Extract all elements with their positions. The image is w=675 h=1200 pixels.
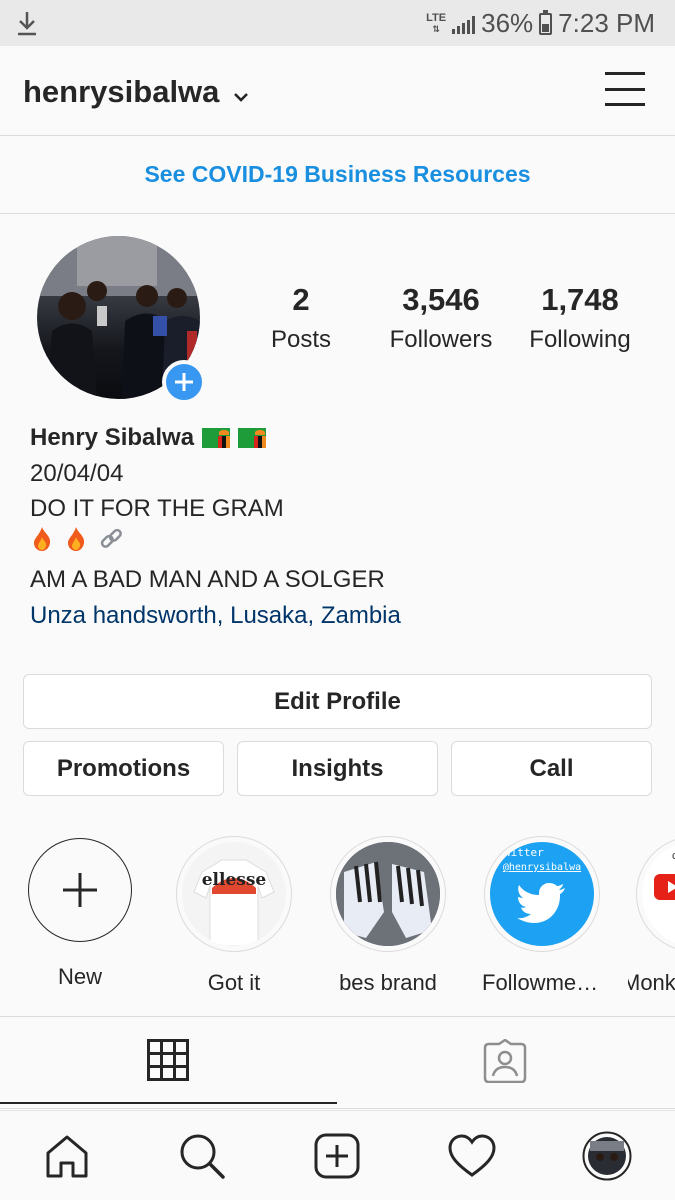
- highlight-bes-brand[interactable]: bes brand: [328, 836, 448, 996]
- location-link[interactable]: Unza handsworth, Lusaka, Zambia: [30, 598, 401, 634]
- plus-icon: [63, 873, 97, 907]
- bio-line: DO IT FOR THE GRAM: [30, 495, 284, 522]
- highlight-got-it[interactable]: ellesse Got it: [174, 836, 294, 996]
- youtube-icon: [654, 874, 675, 900]
- battery-percent: 36%: [481, 8, 534, 38]
- highlight-label: New: [57, 964, 102, 989]
- link-icon: [98, 526, 124, 563]
- chevron-down-icon: [233, 74, 249, 110]
- download-icon: [16, 10, 38, 41]
- account-switcher[interactable]: henrysibalwa: [23, 74, 249, 110]
- fire-icon: [30, 526, 54, 563]
- covid-resources-link[interactable]: See COVID-19 Business Resources: [0, 136, 675, 214]
- highlight-image-text-top: witter: [504, 846, 544, 859]
- add-post-icon[interactable]: [312, 1131, 362, 1181]
- highlight-label: Got it: [207, 970, 261, 995]
- followers-label: Followers: [389, 326, 493, 353]
- following-label: Following: [529, 326, 631, 353]
- highlight-image-text: ellesse: [201, 870, 267, 890]
- highlight-ring: [330, 836, 446, 952]
- stat-posts[interactable]: 2 Posts: [231, 282, 371, 354]
- highlight-image-text: @henrysibalwa: [502, 862, 582, 873]
- highlight-followmetwitter[interactable]: witter @henrysibalwa Followmetwi…: [482, 836, 602, 996]
- twitter-bird-icon: [517, 883, 565, 923]
- highlight-ring: witter @henrysibalwa: [484, 836, 600, 952]
- highlight-image: c: [642, 842, 675, 946]
- call-button[interactable]: Call: [451, 741, 652, 796]
- add-story-plus-icon[interactable]: [162, 360, 206, 404]
- search-icon[interactable]: [177, 1131, 227, 1181]
- highlight-image: witter @henrysibalwa: [490, 842, 594, 946]
- grid-icon[interactable]: [147, 1039, 189, 1086]
- highlight-image: [336, 842, 440, 946]
- edit-profile-button[interactable]: Edit Profile: [23, 674, 652, 729]
- followers-count: 3,546: [402, 282, 480, 317]
- new-highlight-circle: [28, 838, 132, 942]
- highlight-ring: ellesse: [176, 836, 292, 952]
- promotions-button[interactable]: Promotions: [23, 741, 224, 796]
- clock-time: 7:23 PM: [558, 8, 655, 38]
- username-label: henrysibalwa: [23, 74, 220, 109]
- following-count: 1,748: [541, 282, 619, 317]
- stat-following[interactable]: 1,748 Following: [510, 282, 650, 354]
- display-name-row: Henry Sibalwa: [30, 420, 401, 456]
- stat-followers[interactable]: 3,546 Followers: [371, 282, 511, 354]
- zambia-flag-icon: [238, 427, 267, 448]
- bottom-navigation: [0, 1110, 675, 1200]
- status-bar: LTE ⇅ 36% 7:23 PM: [0, 0, 675, 46]
- highlight-image: ellesse: [182, 842, 286, 946]
- posts-count: 2: [292, 282, 310, 317]
- network-indicator: LTE ⇅: [426, 11, 447, 34]
- highlight-label: bes brand: [339, 970, 437, 995]
- profile-avatar[interactable]: [582, 1131, 632, 1181]
- highlight-label: Followmetwi…: [482, 970, 602, 995]
- highlight-ring: c: [636, 836, 675, 952]
- insights-button[interactable]: Insights: [237, 741, 438, 796]
- bio-line: 20/04/04: [30, 459, 124, 487]
- bio-line: AM A BAD MAN AND A SOLGER: [30, 566, 385, 593]
- active-tab-indicator: [0, 1102, 337, 1104]
- highlight-monk[interactable]: c Monk: [628, 836, 675, 996]
- heart-icon[interactable]: [447, 1131, 497, 1181]
- profile-header: henrysibalwa: [0, 46, 675, 136]
- zambia-flag-icon: [202, 427, 231, 448]
- tab-divider: [0, 1108, 675, 1109]
- signal-icon: [452, 14, 476, 34]
- profile-avatar-container[interactable]: [37, 236, 206, 404]
- highlight-label: Monk: [628, 970, 675, 995]
- profile-tabs: [0, 1016, 675, 1110]
- profile-bio: Henry Sibalwa 20/04/04 DO IT FOR THE GRA…: [30, 420, 401, 633]
- tagged-icon[interactable]: [482, 1038, 528, 1088]
- display-name: Henry Sibalwa: [30, 424, 195, 451]
- menu-icon[interactable]: [605, 72, 645, 106]
- battery-icon: [539, 9, 553, 35]
- network-type: LTE: [426, 11, 447, 24]
- home-icon[interactable]: [42, 1131, 92, 1181]
- bio-emoji-row: [30, 527, 401, 563]
- fire-icon: [64, 526, 88, 563]
- posts-label: Posts: [270, 326, 332, 353]
- highlight-new[interactable]: New: [20, 836, 140, 990]
